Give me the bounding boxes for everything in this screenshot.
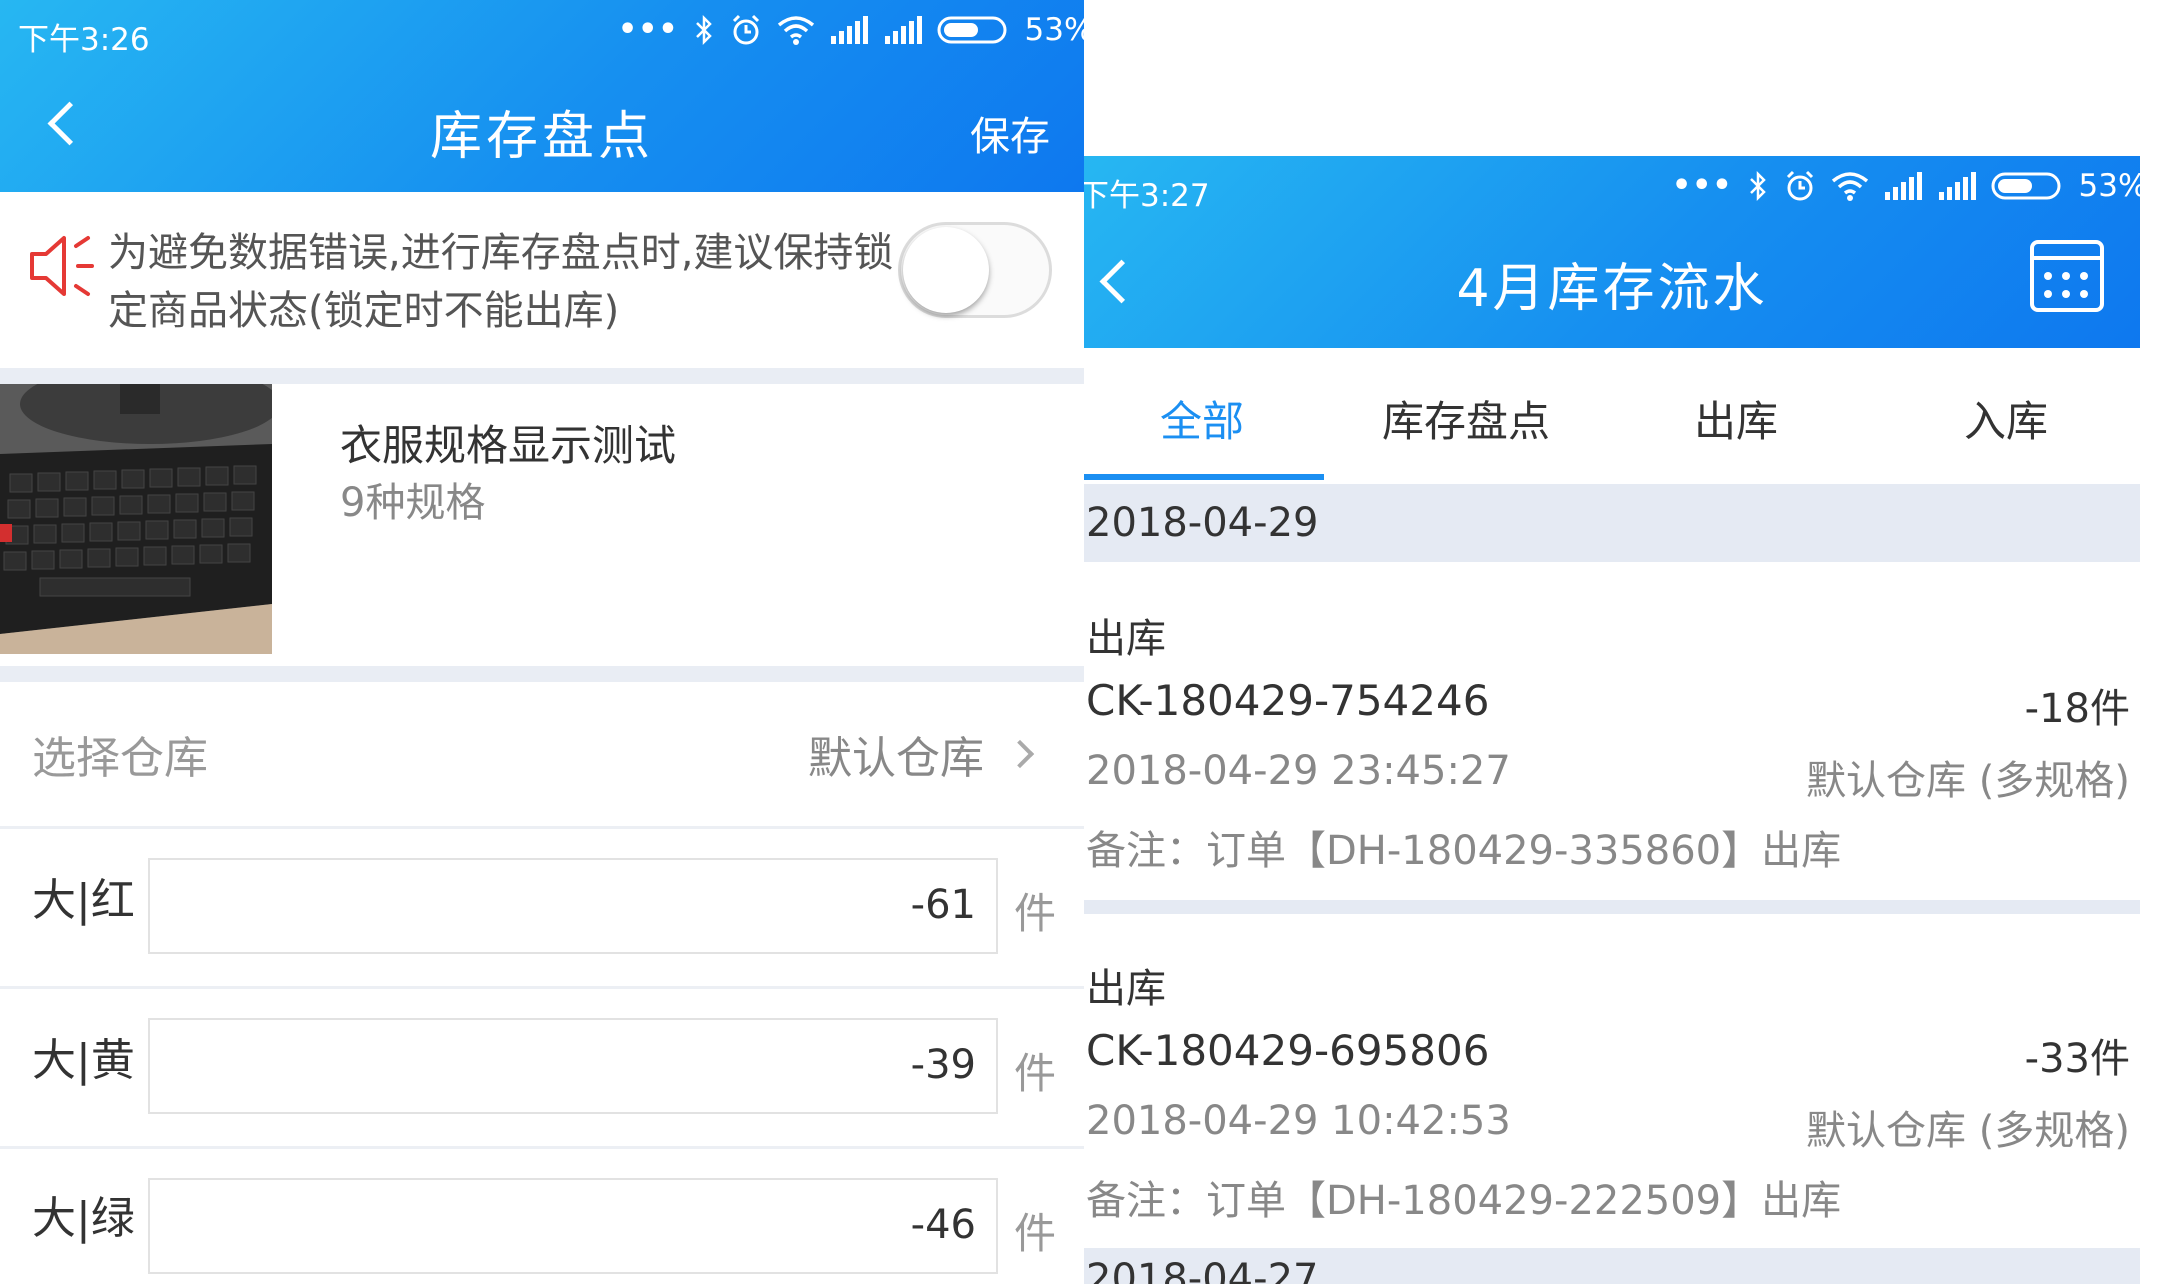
save-button[interactable]: 保存 (970, 104, 1050, 162)
variant-qty-input[interactable]: -46 (148, 1178, 998, 1274)
wifi-icon (1831, 172, 1868, 201)
status-icons: ••• 53% (1672, 168, 2147, 204)
status-time: 下午3:26 (18, 22, 150, 58)
variant-unit: 件 (1014, 1209, 1057, 1258)
keyboard-image (0, 384, 272, 654)
warehouse-label: 选择仓库 (32, 733, 208, 784)
active-tab-indicator (1084, 474, 1324, 480)
section-divider (0, 368, 1084, 384)
record-warehouse: 默认仓库 (多规格) (1806, 758, 2130, 804)
record-warehouse: 默认仓库 (多规格) (1806, 1108, 2130, 1154)
variant-qty-input[interactable]: -61 (148, 858, 998, 954)
signal-icon-2 (1938, 172, 1976, 200)
record-quantity: -33件 (2024, 1036, 2130, 1082)
battery-icon (937, 16, 1007, 44)
wifi-icon (777, 16, 814, 45)
row-divider (0, 826, 1084, 829)
date-label: 2018-04-27 (1086, 1256, 1319, 1284)
row-divider (0, 1146, 1084, 1149)
record-type: 出库 (1086, 966, 1166, 1012)
section-divider (0, 666, 1084, 682)
signal-icon (830, 16, 868, 44)
more-dots-icon: ••• (618, 12, 679, 47)
calendar-icon[interactable] (2030, 240, 2104, 312)
left-screen: 下午3:26 ••• 53% 库存盘点 保存 为避免数据错误,进行库存盘点时,建… (0, 0, 1084, 1284)
record-note: 备注：订单【DH-180429-335860】出库 (1086, 828, 1842, 874)
record-number[interactable]: CK-180429-754246 (1086, 676, 1489, 725)
variant-label: 大|红 (32, 875, 135, 926)
record-note: 备注：订单【DH-180429-222509】出库 (1086, 1178, 1842, 1224)
battery-icon (1991, 172, 2061, 200)
record-quantity: -18件 (2024, 686, 2130, 732)
lock-toggle[interactable] (898, 222, 1052, 318)
tab-outbound[interactable]: 出库 (1604, 388, 1868, 449)
product-image (0, 384, 272, 654)
variant-qty-value: -61 (910, 882, 976, 928)
tab-all[interactable]: 全部 (1084, 388, 1334, 449)
page-title: 4月库存流水 (1456, 259, 1768, 319)
speaker-icon (30, 236, 94, 296)
variant-label: 大|绿 (32, 1193, 135, 1244)
variant-qty-value: -46 (910, 1202, 976, 1248)
signal-icon (1884, 172, 1922, 200)
variant-unit: 件 (1014, 889, 1057, 938)
battery-percent: 53% (1024, 12, 1084, 48)
record-number[interactable]: CK-180429-695806 (1086, 1026, 1489, 1075)
tab-stocktake[interactable]: 库存盘点 (1334, 388, 1598, 449)
right-screen: 下午3:27 ••• 53% 4月库存流水 全部 库存盘点 出库 入库 2018… (1084, 0, 2160, 1284)
notice-text: 为避免数据错误,进行库存盘点时,建议保持锁定商品状态(锁定时不能出库) (108, 230, 894, 334)
record-time: 2018-04-29 10:42:53 (1086, 1098, 1511, 1144)
variant-unit: 件 (1014, 1049, 1057, 1098)
alarm-icon (1786, 170, 1813, 201)
date-label: 2018-04-29 (1086, 500, 1319, 546)
signal-icon-2 (884, 16, 922, 44)
bluetooth-icon (695, 14, 712, 46)
more-dots-icon: ••• (1672, 168, 1733, 203)
battery-percent: 53% (2078, 168, 2148, 204)
tab-inbound[interactable]: 入库 (1874, 388, 2138, 449)
record-time: 2018-04-29 23:45:27 (1086, 748, 1511, 794)
alarm-icon (732, 14, 759, 45)
warehouse-value: 默认仓库 (808, 733, 984, 784)
variant-label: 大|黄 (32, 1035, 135, 1086)
row-divider (0, 986, 1084, 989)
record-type: 出库 (1086, 616, 1166, 662)
record-divider (1084, 900, 2140, 914)
status-icons: ••• 53% (618, 12, 1084, 48)
variant-qty-input[interactable]: -39 (148, 1018, 998, 1114)
product-name: 衣服规格显示测试 (340, 421, 677, 470)
page-title: 库存盘点 (429, 107, 654, 167)
bluetooth-icon (1749, 170, 1766, 202)
product-spec-count: 9种规格 (340, 480, 486, 526)
status-time: 下午3:27 (1084, 178, 1210, 214)
toggle-knob (903, 227, 989, 313)
variant-qty-value: -39 (910, 1042, 976, 1088)
